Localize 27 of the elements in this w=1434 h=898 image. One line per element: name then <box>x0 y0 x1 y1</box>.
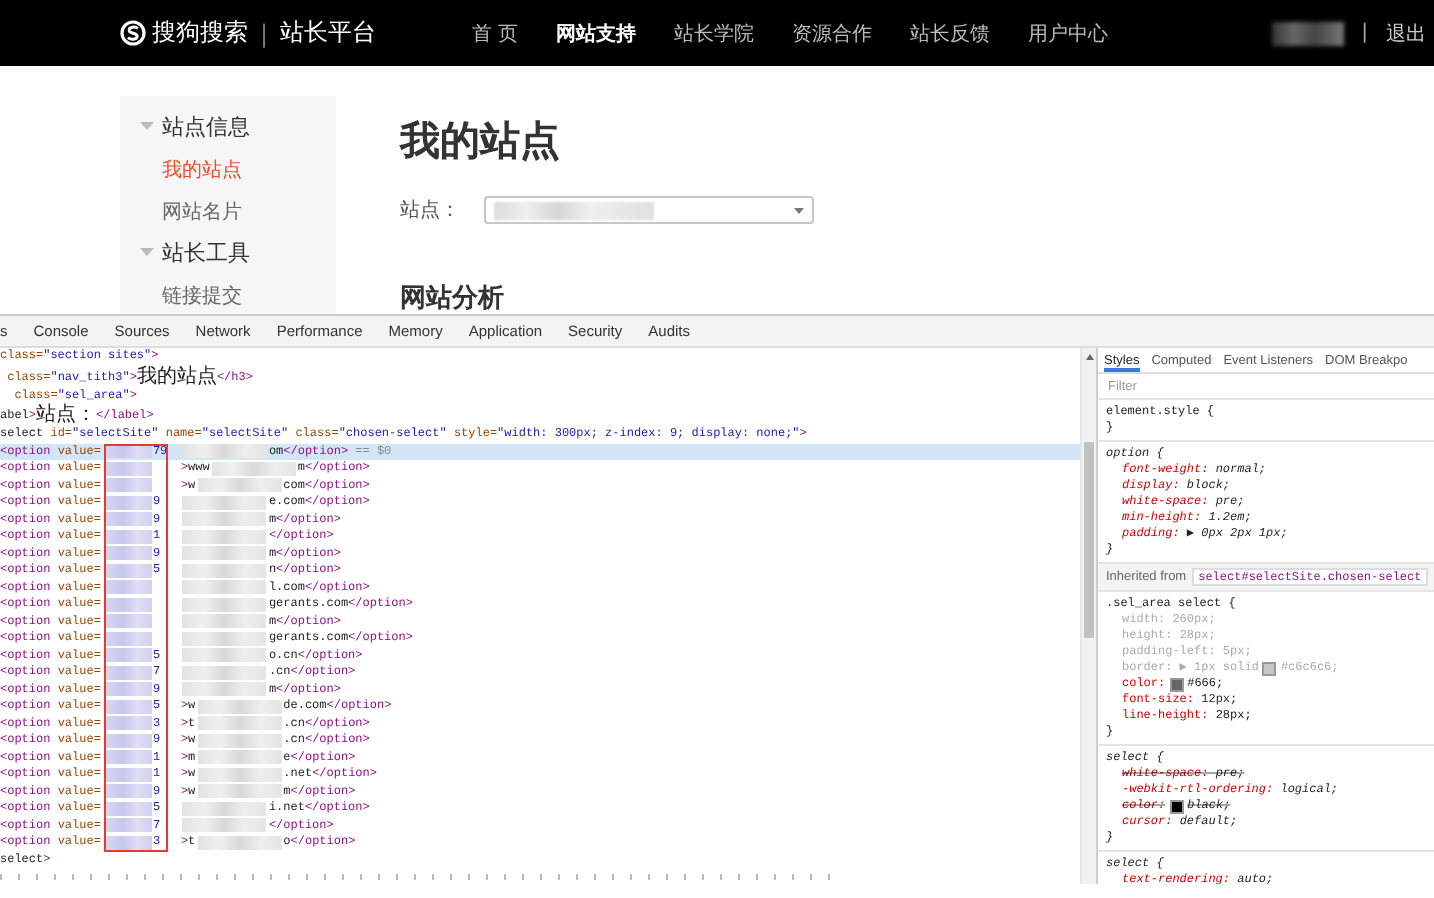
nav-link[interactable]: 网站支持 <box>556 19 637 47</box>
logo-text: 搜狗搜索 <box>152 16 248 50</box>
nav-link[interactable]: 用户中心 <box>1028 19 1109 47</box>
arrow-up-icon <box>1085 354 1093 360</box>
platform-name: 站长平台 <box>280 16 377 50</box>
nav-separator: | <box>1361 22 1368 44</box>
logo-icon <box>120 20 146 46</box>
logo-divider: | <box>260 19 269 47</box>
triangle-icon[interactable] <box>140 246 154 260</box>
site-select[interactable] <box>484 196 814 224</box>
sidebar-item[interactable]: 链接提交 <box>120 281 242 309</box>
sidebar-item[interactable]: 网站名片 <box>120 197 242 225</box>
sidebar-section-title[interactable]: 站长工具 <box>162 238 250 268</box>
scrollbar-thumb[interactable] <box>1084 442 1094 638</box>
scrollbar[interactable] <box>1080 348 1096 884</box>
site-label: 站点： <box>400 197 460 224</box>
blurred-username <box>1271 21 1344 45</box>
nav-link[interactable]: 站长反馈 <box>910 19 991 47</box>
sidebar-section-title[interactable]: 站点信息 <box>162 112 250 142</box>
nav-link[interactable]: 站长学院 <box>674 19 755 47</box>
section-title: 网站分析 <box>400 286 506 314</box>
nav-link[interactable]: 首 页 <box>472 19 519 47</box>
triangle-icon[interactable] <box>140 120 154 134</box>
caret-icon <box>794 207 804 213</box>
nav-link[interactable]: 资源合作 <box>792 19 873 47</box>
page-title: 我的站点 <box>400 116 562 164</box>
logout-link[interactable]: 退出 <box>1386 19 1426 47</box>
